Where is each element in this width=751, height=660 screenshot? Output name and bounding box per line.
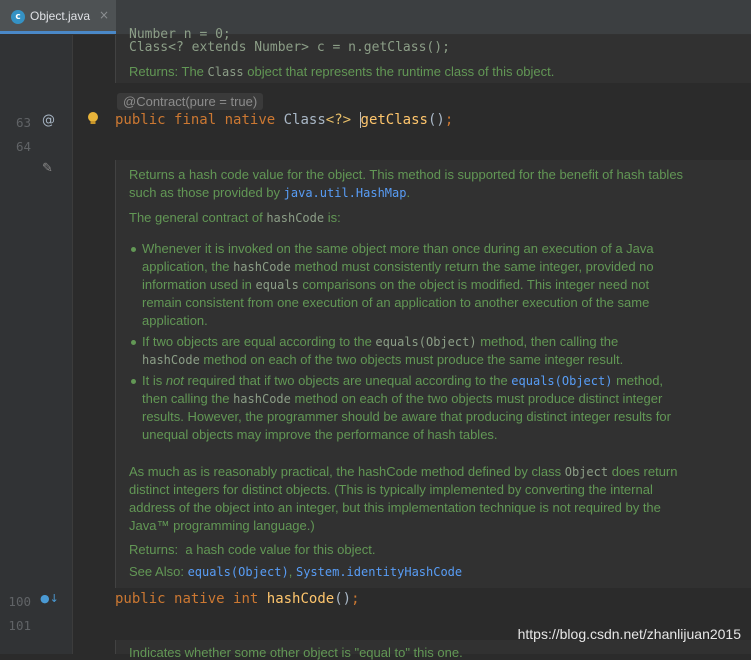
doc-text: Java™ programming language.)	[129, 518, 315, 533]
overrides-marker-icon[interactable]: ●↓	[40, 592, 59, 605]
doc-text: address of the object into an integer, b…	[129, 500, 661, 515]
doc-text: Indicates whether some other object is "…	[129, 645, 463, 660]
tab-label: Object.java	[30, 9, 91, 23]
doc-text: application.	[142, 313, 208, 328]
doc-text: Returns a hash code value for the object…	[129, 167, 684, 182]
editor-gutter[interactable]: 63 @ 64 ✎ 100 ●↓ 101	[0, 35, 73, 654]
doc-text: application, the hashCode method must co…	[142, 259, 654, 274]
rendered-doc-getclass[interactable]: Number n = 0; Class<? extends Number> c …	[115, 27, 751, 83]
doc-text: If two objects are equal according to th…	[142, 334, 619, 349]
edit-pencil-icon[interactable]: ✎	[42, 161, 53, 176]
doc-text: such as those provided by java.util.Hash…	[129, 185, 411, 200]
doc-text: hashCode method on each of the two objec…	[142, 352, 624, 367]
line-number: 63	[15, 115, 31, 130]
doc-text: As much as is reasonably practical, the …	[129, 464, 678, 479]
contract-annotation-hint[interactable]: @Contract(pure = true)	[117, 93, 264, 110]
doc-text: then calling the hashCode method on each…	[142, 391, 663, 406]
doc-text: It is not required that if two objects a…	[142, 373, 664, 388]
doc-text: Whenever it is invoked on the same objec…	[142, 241, 654, 256]
line-number: 101	[8, 618, 31, 633]
tab-object-java[interactable]: c Object.java ×	[0, 0, 116, 34]
close-icon[interactable]: ×	[99, 8, 109, 22]
editor-tab-bar: c Object.java ×	[0, 0, 751, 35]
doc-text: The general contract of hashCode is:	[129, 210, 341, 225]
rendered-doc-hashcode[interactable]: Returns a hash code value for the object…	[115, 160, 751, 588]
doc-text: results. However, the programmer should …	[142, 409, 671, 424]
doc-text: unequal objects may improve the performa…	[142, 427, 498, 442]
line-number: 100	[8, 594, 31, 609]
bullet	[131, 340, 136, 345]
doc-returns: Returns: a hash code value for this obje…	[129, 542, 376, 557]
doc-returns: Returns: The Class object that represent…	[129, 64, 555, 79]
doc-see-also: See Also: equals(Object), System.identit…	[129, 564, 463, 579]
see-also-identityhashcode-link[interactable]: System.identityHashCode	[296, 565, 462, 579]
code-line-100[interactable]: public native int hashCode();	[115, 591, 360, 607]
line-number: 64	[15, 139, 31, 154]
intention-bulb-icon[interactable]	[87, 111, 99, 127]
hashmap-link[interactable]: java.util.HashMap	[284, 186, 407, 200]
bullet	[131, 247, 136, 252]
equals-object-link[interactable]: equals(Object)	[511, 374, 612, 388]
bullet	[131, 379, 136, 384]
watermark: https://blog.csdn.net/zhanlijuan2015	[517, 626, 741, 642]
doc-code-example: Class<? extends Number> c = n.getClass()…	[129, 40, 450, 55]
see-also-equals-link[interactable]: equals(Object)	[188, 565, 289, 579]
annotation-marker-icon[interactable]: @	[42, 113, 55, 128]
doc-text: remain consistent from one execution of …	[142, 295, 650, 310]
rendered-doc-equals[interactable]: Indicates whether some other object is "…	[115, 640, 751, 660]
code-line-63[interactable]: public final native Class<?> getClass();	[115, 112, 453, 128]
doc-text: distinct integers for distinct objects. …	[129, 482, 653, 497]
class-file-icon: c	[11, 10, 25, 24]
doc-text: information used in equals comparisons o…	[142, 277, 650, 292]
